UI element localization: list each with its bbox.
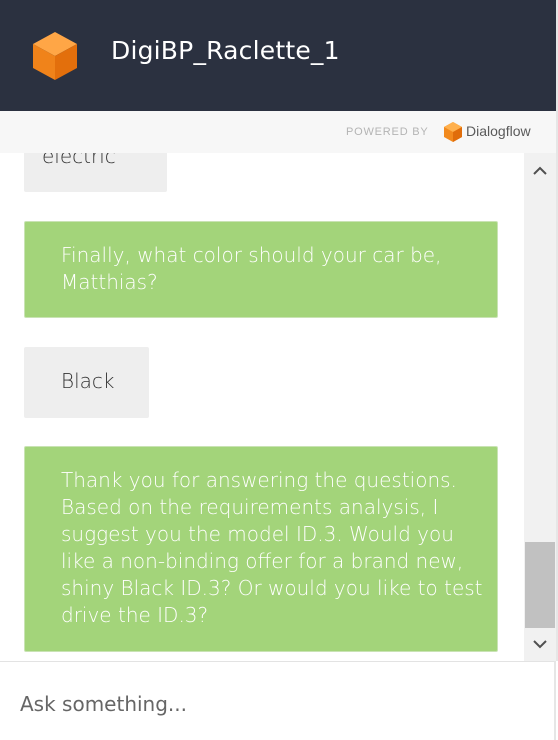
powered-by-bar: POWERED BY Dialogflow [0,111,558,153]
message-text: Black [61,369,115,393]
scroll-up-button[interactable] [524,153,556,187]
scrollbar[interactable] [524,153,558,661]
message-list[interactable]: electric Finally, what color should your… [0,153,524,661]
chat-widget: DigiBP_Raclette_1 POWERED BY Dialogflow … [0,0,558,740]
chevron-up-icon [533,166,547,175]
user-message: electric [24,153,167,192]
chevron-down-icon [533,639,547,648]
dialogflow-icon [444,122,462,142]
chat-header: DigiBP_Raclette_1 [0,0,558,111]
bot-title: DigiBP_Raclette_1 [111,36,340,65]
message-text: Finally, what color should your car be, … [61,243,442,294]
message-text: Thank you for answering the questions. B… [61,468,483,627]
message-text: electric [42,153,116,168]
scrollbar-thumb[interactable] [525,542,555,628]
bot-message: Finally, what color should your car be, … [24,221,498,318]
user-message: Black [24,347,149,418]
ask-input[interactable] [20,686,520,722]
scroll-down-button[interactable] [524,627,556,661]
powered-by-label: POWERED BY [346,126,429,138]
dialogflow-brand: Dialogflow [466,123,531,139]
input-bar [0,661,556,740]
orange-cube-icon [33,32,77,80]
bot-message: Thank you for answering the questions. B… [24,446,498,652]
